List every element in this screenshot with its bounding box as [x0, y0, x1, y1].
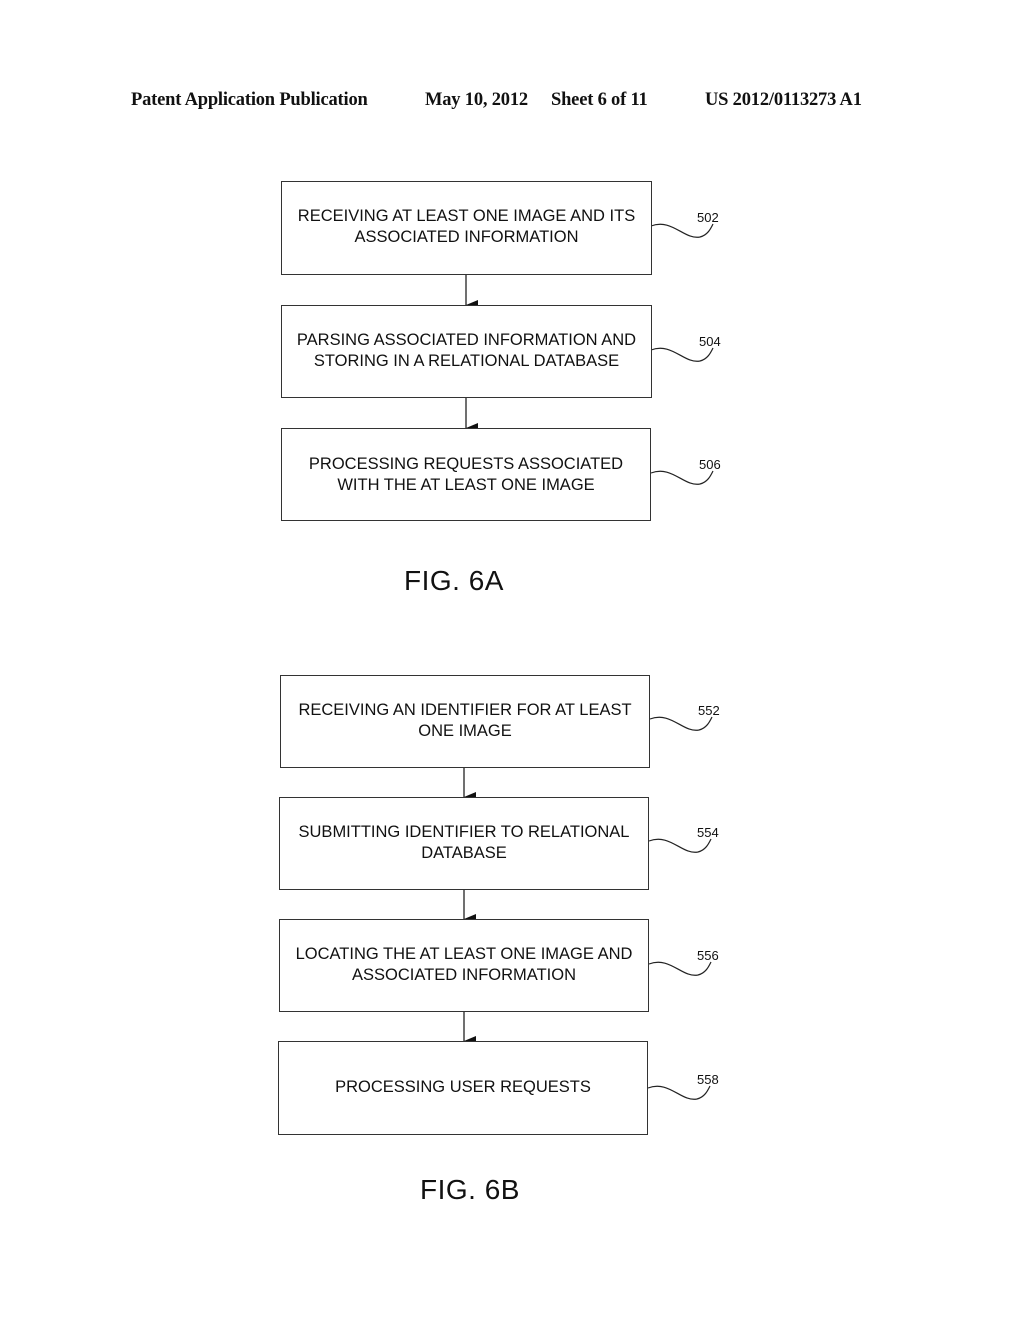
publication-date: May 10, 2012: [425, 90, 528, 110]
step-text: PROCESSING USER REQUESTS: [335, 1078, 591, 1096]
patent-number: US 2012/0113273 A1: [705, 90, 862, 110]
flow-step-556: LOCATING THE AT LEAST ONE IMAGE AND ASSO…: [279, 919, 649, 1012]
leader-558: [647, 1085, 711, 1100]
step-text: PROCESSING REQUESTS ASSOCIATED WITH THE …: [308, 455, 624, 494]
figure-caption-6b: FIG. 6B: [420, 1174, 520, 1205]
publication-title: Patent Application Publication: [131, 90, 368, 110]
reference-label-552: 552: [698, 703, 720, 718]
step-text: RECEIVING AN IDENTIFIER FOR AT LEAST ONE…: [298, 701, 632, 740]
flow-step-554: SUBMITTING IDENTIFIER TO RELATIONAL DATA…: [279, 797, 649, 890]
reference-label-558: 558: [697, 1072, 719, 1087]
leader-504: [650, 347, 714, 362]
leader-552: [649, 716, 713, 731]
flow-step-502: RECEIVING AT LEAST ONE IMAGE AND ITS ASS…: [281, 181, 652, 275]
flow-step-504: PARSING ASSOCIATED INFORMATION AND STORI…: [281, 305, 652, 398]
reference-label-506: 506: [699, 457, 721, 472]
step-text: PARSING ASSOCIATED INFORMATION AND STORI…: [296, 331, 637, 370]
step-text: SUBMITTING IDENTIFIER TO RELATIONAL DATA…: [298, 823, 630, 862]
step-text: LOCATING THE AT LEAST ONE IMAGE AND ASSO…: [295, 945, 633, 984]
reference-label-556: 556: [697, 948, 719, 963]
step-text: RECEIVING AT LEAST ONE IMAGE AND ITS ASS…: [297, 207, 636, 246]
flow-step-506: PROCESSING REQUESTS ASSOCIATED WITH THE …: [281, 428, 651, 521]
leader-554: [648, 838, 712, 853]
flow-step-552: RECEIVING AN IDENTIFIER FOR AT LEAST ONE…: [280, 675, 650, 768]
reference-label-502: 502: [697, 210, 719, 225]
leader-502: [650, 223, 714, 238]
figure-caption-6a: FIG. 6A: [404, 565, 504, 596]
sheet-number: Sheet 6 of 11: [551, 90, 648, 110]
reference-label-504: 504: [699, 334, 721, 349]
leader-556: [648, 961, 712, 976]
leader-506: [650, 470, 714, 485]
reference-label-554: 554: [697, 825, 719, 840]
flow-step-558: PROCESSING USER REQUESTS: [278, 1041, 648, 1135]
